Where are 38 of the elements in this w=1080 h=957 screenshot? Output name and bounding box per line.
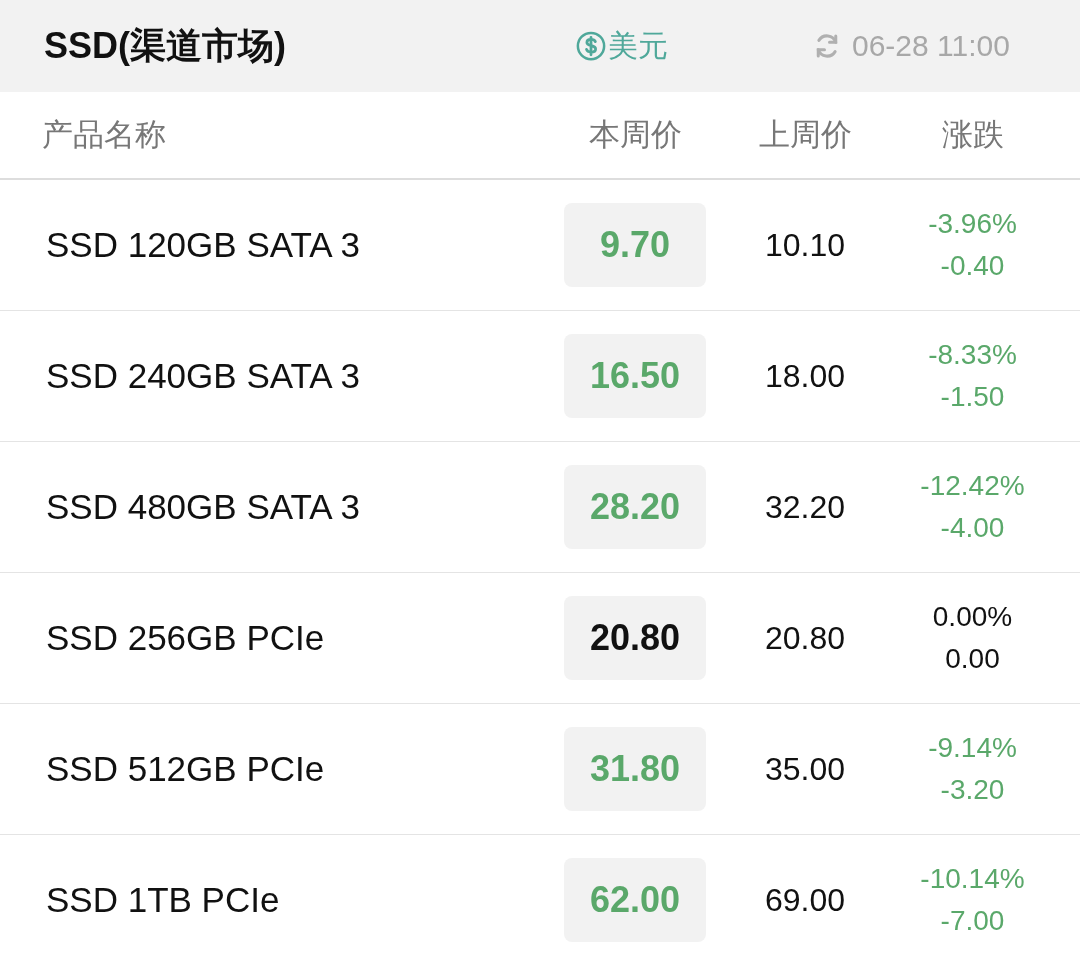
change-amount: -0.40 xyxy=(940,249,1005,283)
change-percent: -8.33% xyxy=(928,338,1017,372)
product-name: SSD 480GB SATA 3 xyxy=(46,487,361,527)
current-price: 62.00 xyxy=(564,858,706,942)
product-name: SSD 1TB PCIe xyxy=(46,880,281,920)
current-price: 20.80 xyxy=(564,596,706,680)
change-amount: -3.20 xyxy=(940,773,1005,807)
last-price: 18.00 xyxy=(763,357,847,395)
change-amount: 0.00 xyxy=(945,642,1000,676)
column-header: 上周价 xyxy=(757,116,853,154)
current-price: 28.20 xyxy=(564,465,706,549)
change-percent: -9.14% xyxy=(928,731,1017,765)
product-name: SSD 512GB PCIe xyxy=(46,749,326,789)
change-amount: -7.00 xyxy=(940,904,1005,938)
last-price: 35.00 xyxy=(763,750,847,788)
change-percent: 0.00% xyxy=(932,600,1013,634)
currency-button[interactable]: 美元 xyxy=(576,25,812,67)
product-name: SSD 120GB SATA 3 xyxy=(46,225,361,265)
last-price: 32.20 xyxy=(763,488,847,526)
current-price: 16.50 xyxy=(564,334,706,418)
last-price: 10.10 xyxy=(763,226,847,264)
current-price: 9.70 xyxy=(564,203,706,287)
current-price: 31.80 xyxy=(564,727,706,811)
update-time: 06-28 11:00 xyxy=(852,29,1010,63)
column-header: 本周价 xyxy=(587,116,683,154)
last-price: 69.00 xyxy=(763,881,847,919)
page-title: SSD(渠道市场) xyxy=(44,23,287,68)
change-percent: -10.14% xyxy=(920,862,1025,896)
column-header: 涨跌 xyxy=(940,116,1005,154)
last-price: 20.80 xyxy=(763,619,847,657)
change-percent: -3.96% xyxy=(928,207,1017,241)
column-header: 产品名称 xyxy=(42,116,167,154)
change-amount: -4.00 xyxy=(940,511,1005,545)
product-name: SSD 240GB SATA 3 xyxy=(46,356,361,396)
dollar-icon xyxy=(576,31,606,61)
change-amount: -1.50 xyxy=(940,380,1005,414)
change-percent: -12.42% xyxy=(920,469,1025,503)
product-name: SSD 256GB PCIe xyxy=(46,618,326,658)
